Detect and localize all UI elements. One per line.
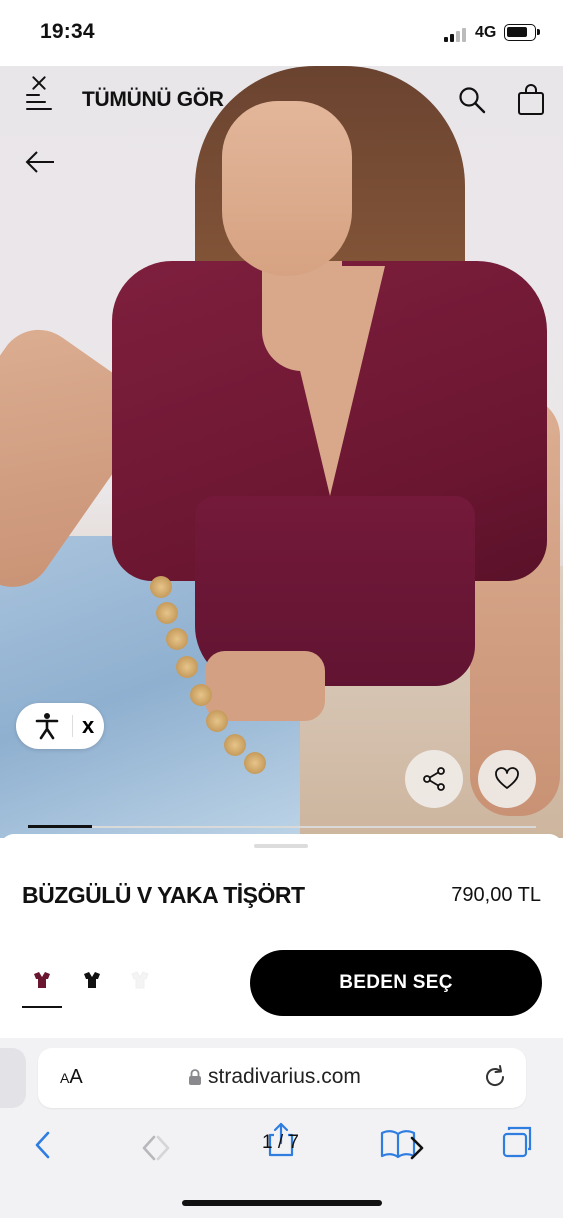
menu-icon[interactable] (26, 75, 54, 114)
share-icon (423, 767, 445, 791)
coin-belt (150, 576, 270, 776)
model-face (222, 101, 352, 276)
text-size-button[interactable]: AA (60, 1066, 83, 1089)
signal-icon (444, 26, 470, 42)
url-text: stradivarius.com (208, 1065, 361, 1088)
accessibility-widget[interactable]: x (16, 703, 104, 749)
accessibility-close-button[interactable]: x (82, 713, 94, 739)
color-swatch-burgundy[interactable] (22, 962, 62, 998)
tabs-icon[interactable] (500, 1124, 534, 1158)
previous-tab-peek[interactable] (0, 1048, 26, 1108)
address-bar[interactable]: AA stradivarius.com (38, 1048, 526, 1108)
color-swatches (22, 962, 162, 1012)
battery-icon (504, 24, 540, 41)
color-swatch-white[interactable] (120, 962, 160, 998)
product-price: 790,00 TL (451, 884, 541, 906)
product-sheet: BÜZGÜLÜ V YAKA TİŞÖRT 790,00 TL BEDEN SE… (0, 834, 563, 1038)
browser-bottom-bar: AA stradivarius.com 1 / 7 (0, 1038, 563, 1218)
chevron-right-icon (408, 1134, 442, 1168)
forward-icon[interactable] (136, 1134, 170, 1168)
select-size-button[interactable]: BEDEN SEÇ (250, 950, 542, 1016)
status-bar: 19:34 4G (0, 0, 563, 66)
url-display[interactable]: stradivarius.com (188, 1065, 361, 1089)
status-time: 19:34 (40, 20, 95, 43)
lock-icon (189, 1069, 201, 1085)
gallery-progress (28, 825, 536, 828)
color-swatch-black[interactable] (72, 962, 112, 998)
favorite-button[interactable] (478, 750, 536, 808)
accessibility-icon[interactable] (34, 712, 60, 740)
gallery-progress-fill (28, 825, 92, 828)
sheet-handle[interactable] (254, 844, 308, 848)
page-indicator: 1 / 7 (262, 1132, 299, 1153)
heart-icon (495, 767, 519, 789)
share-button[interactable] (405, 750, 463, 808)
reload-icon[interactable] (482, 1064, 508, 1090)
selected-swatch-indicator (22, 1006, 62, 1008)
product-name: BÜZGÜLÜ V YAKA TİŞÖRT (22, 882, 305, 908)
back-arrow-icon[interactable] (24, 148, 56, 176)
nav-title-view-all[interactable]: TÜMÜNÜ GÖR (82, 88, 224, 112)
search-icon[interactable] (458, 86, 486, 114)
shopping-bag-icon[interactable] (517, 84, 545, 116)
home-indicator[interactable] (182, 1200, 382, 1206)
back-icon[interactable] (28, 1128, 62, 1162)
network-type: 4G (475, 24, 497, 41)
